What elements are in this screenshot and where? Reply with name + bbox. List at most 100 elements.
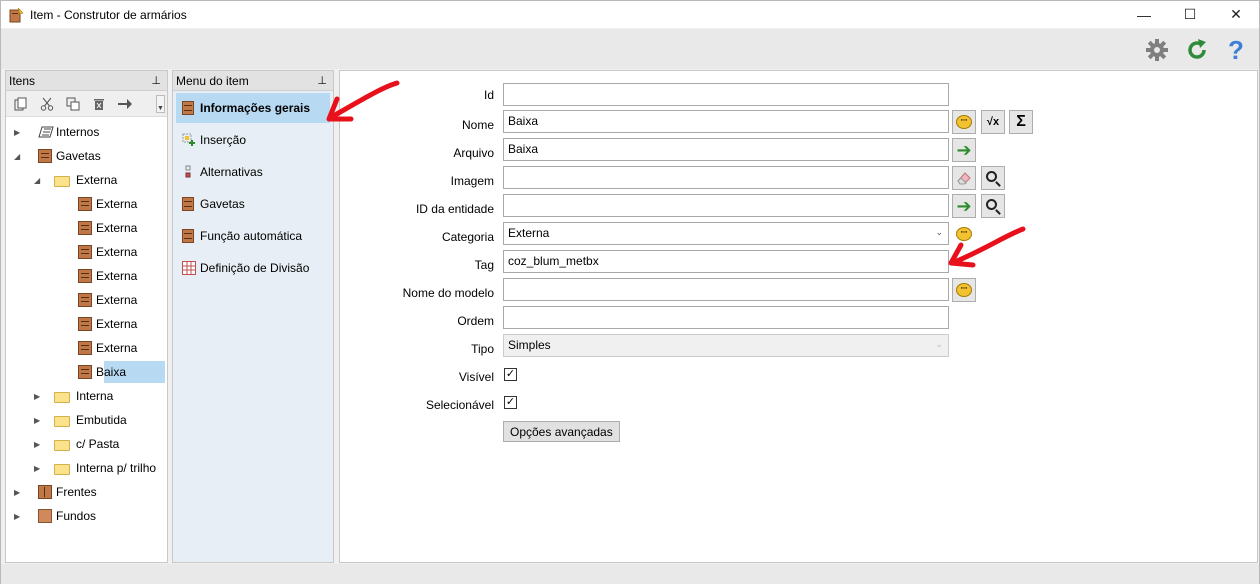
collapse-icon[interactable]: ◢ [14,152,24,161]
tree-item[interactable]: ▶ Frentes [6,481,167,503]
drawer-icon [38,149,52,163]
tree-item-label: Embutida [76,413,127,427]
tree-item-label: Baixa [96,365,127,379]
delete-icon[interactable] [88,94,110,114]
translate-button[interactable]: "" [952,110,976,134]
tree-item[interactable]: ▶ Interna [6,385,167,407]
back-panel-icon [38,509,52,523]
folder-icon [54,463,70,475]
tree-item[interactable]: ▶ Internos [6,121,167,143]
menu-item[interactable]: Alternativas [176,157,330,187]
imagem-label: Imagem [450,174,494,188]
model-name-input[interactable] [503,278,949,301]
menu-item[interactable]: Função automática [176,221,330,251]
eraser-icon [957,172,971,185]
drawer-icon [182,229,194,243]
expand-icon[interactable]: ▶ [34,392,44,401]
pin-icon[interactable]: ⊥ [317,74,327,87]
arrow-right-icon: ➔ [956,196,972,216]
help-icon[interactable]: ? [1223,35,1249,65]
formula-button[interactable]: √x [981,110,1005,134]
tree-item[interactable]: Externa [6,241,167,263]
duplicate-icon[interactable] [62,94,84,114]
visivel-label: Visível [458,370,494,384]
expand-icon[interactable]: ▶ [34,464,44,473]
expand-icon[interactable]: ▶ [34,416,44,425]
drawer-icon [78,245,92,259]
drawer-icon [182,197,194,211]
tag-input[interactable]: coz_blum_metbx [503,250,949,273]
app-window: Item - Construtor de armários — ☐ ✕ ? It… [0,0,1260,584]
tree-item[interactable]: ▶ Interna p/ trilho [6,457,167,479]
tipo-select: Simples ⌄ [503,334,949,357]
tree-toolbar: ▼ [6,91,167,117]
tree-item[interactable]: ◢ Gavetas [6,145,167,167]
entity-search-button[interactable] [981,194,1005,218]
drawer-icon [78,269,92,283]
tree-item-label: Frentes [56,485,97,499]
menu-item-label: Informações gerais [200,101,311,115]
tree-item-label: Externa [96,221,138,235]
tree-item[interactable]: Externa [6,193,167,215]
imagem-input[interactable] [503,166,949,189]
selecionavel-checkbox[interactable]: ✓ [504,396,517,409]
move-icon[interactable] [114,94,136,114]
maximize-button[interactable]: ☐ [1167,1,1213,28]
clear-image-button[interactable] [952,166,976,190]
expand-icon[interactable]: ▶ [14,488,24,497]
tipo-value: Simples [508,338,551,352]
folder-icon [54,415,70,427]
menu-item[interactable]: Inserção [176,125,330,155]
menu-panel: Menu do item ⊥ Informações gerais Inserçã… [172,70,334,563]
refresh-icon[interactable] [1184,37,1210,63]
advanced-options-button[interactable]: Opções avançadas [503,421,620,442]
tree-item[interactable]: Externa [6,265,167,287]
cut-icon[interactable] [36,94,58,114]
id-input[interactable] [503,83,949,106]
entity-go-button[interactable]: ➔ [952,194,976,218]
sqrt-icon: √x [986,116,1000,128]
menu-item[interactable]: Informações gerais [176,93,330,123]
tree-item[interactable]: Externa [6,337,167,359]
tree-item[interactable]: Externa [6,217,167,239]
close-button[interactable]: ✕ [1213,1,1259,28]
arquivo-input[interactable]: Baixa [503,138,949,161]
tree-item[interactable]: Externa [6,313,167,335]
title-bar: Item - Construtor de armários — ☐ ✕ [1,1,1259,28]
search-image-button[interactable] [981,166,1005,190]
tree-item[interactable]: ▶ Fundos [6,505,167,527]
sum-button[interactable]: Σ [1009,110,1033,134]
tree-item-label: Interna p/ trilho [76,461,157,475]
expand-icon[interactable]: ▶ [14,512,24,521]
window-title: Item - Construtor de armários [30,7,187,22]
menu-item[interactable]: Gavetas [176,189,330,219]
expand-icon[interactable]: ▶ [14,128,24,137]
entity-id-input[interactable] [503,194,949,217]
tree-item-label: Externa [96,317,138,331]
window-controls: — ☐ ✕ [1121,1,1259,28]
nome-input[interactable]: Baixa [503,110,949,133]
minimize-button[interactable]: — [1121,1,1167,28]
pin-icon[interactable]: ⊥ [151,74,161,87]
tree-item[interactable]: ▶ c/ Pasta [6,433,167,455]
collapse-icon[interactable]: ◢ [34,176,44,185]
categoria-select[interactable]: Externa ⌄ [503,222,949,245]
categoria-translate-button[interactable]: "" [952,222,976,246]
sigma-icon: Σ [1016,113,1026,130]
folder-icon [54,175,70,187]
overflow-icon[interactable]: ▼ [156,95,165,113]
arquivo-go-button[interactable]: ➔ [952,138,976,162]
tree-item[interactable]: Baixa [6,361,167,383]
hatched-icon [38,126,54,138]
visivel-checkbox[interactable]: ✓ [504,368,517,381]
tree-item[interactable]: Externa [6,289,167,311]
gear-icon[interactable] [1144,37,1170,63]
tree-item[interactable]: ▶ Embutida [6,409,167,431]
menu-item[interactable]: Definição de Divisão [176,253,330,283]
model-translate-button[interactable]: "" [952,278,976,302]
tree-item[interactable]: ◢ Externa [6,169,167,191]
drawer-icon [78,365,92,379]
ordem-input[interactable] [503,306,949,329]
expand-icon[interactable]: ▶ [34,440,44,449]
copy-icon[interactable] [10,94,32,114]
